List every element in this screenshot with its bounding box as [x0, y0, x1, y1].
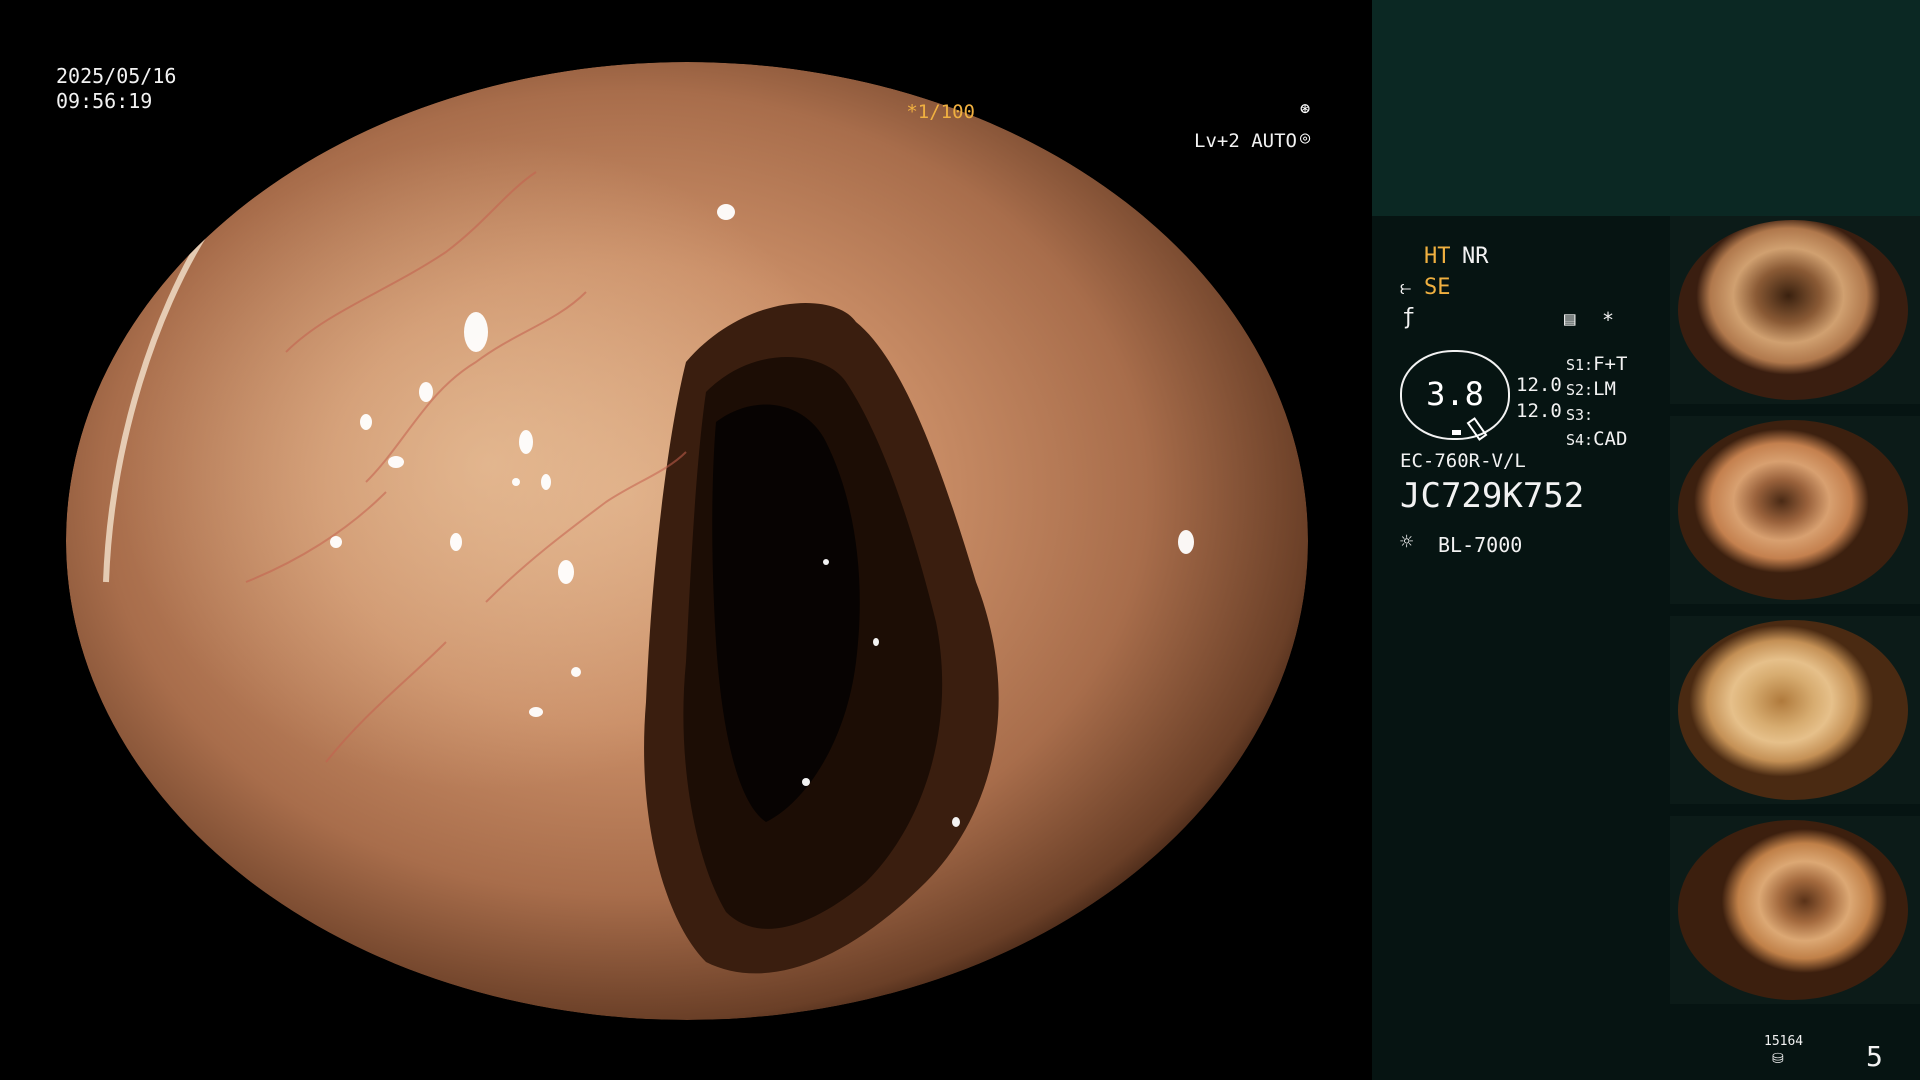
setting-s4: S4:CAD [1566, 428, 1628, 450]
thumbnail-1[interactable] [1670, 216, 1920, 404]
light-source: BL-7000 [1438, 533, 1523, 557]
thumbnail-4[interactable] [1670, 816, 1920, 1004]
thumbnail-2[interactable] [1670, 416, 1920, 604]
thumbnail-image [1678, 620, 1908, 800]
time-text: 09:56:19 [56, 89, 153, 113]
thumbnail-3[interactable] [1670, 616, 1920, 804]
memory-icon: ▤ [1564, 308, 1576, 330]
thumbnail-image [1678, 420, 1908, 600]
thumbnail-image [1678, 820, 1908, 1000]
shutter-speed: *1/100 [906, 101, 975, 123]
scope-model: EC-760R-V/L [1400, 450, 1526, 472]
thumbnail-strip [1670, 216, 1920, 1016]
info-header-area [1372, 0, 1920, 216]
thumbnail-image [1678, 220, 1908, 400]
image-counter-number: 15164 [1764, 1034, 1804, 1049]
noise-reduction-indicator: NR [1462, 244, 1489, 269]
freeze-icon: ƒ [1402, 305, 1416, 330]
light-bulb-icon: ☼ [1400, 530, 1414, 555]
settings-list: S1:F+T S2:LM S3: S4:CAD [1566, 352, 1627, 452]
value-1: 12.0 [1516, 374, 1562, 396]
storage-icon: ⛁ [1772, 1051, 1784, 1067]
structure-enhance-indicator: SE [1424, 275, 1451, 300]
setting-s1: S1:F+T [1566, 353, 1628, 375]
gauge-bar [1452, 430, 1461, 435]
colon-lumen-graphic [103, 171, 1194, 974]
image-count: 5 [1866, 1040, 1883, 1073]
value-2: 12.0 [1516, 400, 1562, 422]
auto-iris-icon: ◎ [1300, 128, 1311, 148]
gauge-needle-icon [1466, 417, 1488, 441]
live-view: 2025/05/16 09:56:19 *1/100 ⊛ Lv+2 AUTO ◎ [0, 0, 1372, 1080]
setting-s3: S3: [1566, 406, 1594, 424]
aperture-icon: ⊛ [1300, 99, 1311, 119]
endoscopy-screen: 2025/05/16 09:56:19 *1/100 ⊛ Lv+2 AUTO ◎… [0, 0, 1920, 1080]
endoscope-image [66, 62, 1308, 1020]
scope-serial: JC729K752 [1400, 476, 1585, 516]
gauge: 3.8 [1400, 350, 1510, 441]
setting-s2: S2:LM [1566, 378, 1616, 400]
date-text: 2025/05/16 [56, 64, 177, 88]
structure-enhance-icon: ⥼ [1400, 275, 1412, 299]
gauge-value: 3.8 [1426, 375, 1484, 413]
brightness-level: Lv+2 AUTO [1194, 130, 1297, 152]
hue-tone-indicator: HT [1424, 244, 1451, 269]
star-indicator: * [1602, 308, 1615, 332]
